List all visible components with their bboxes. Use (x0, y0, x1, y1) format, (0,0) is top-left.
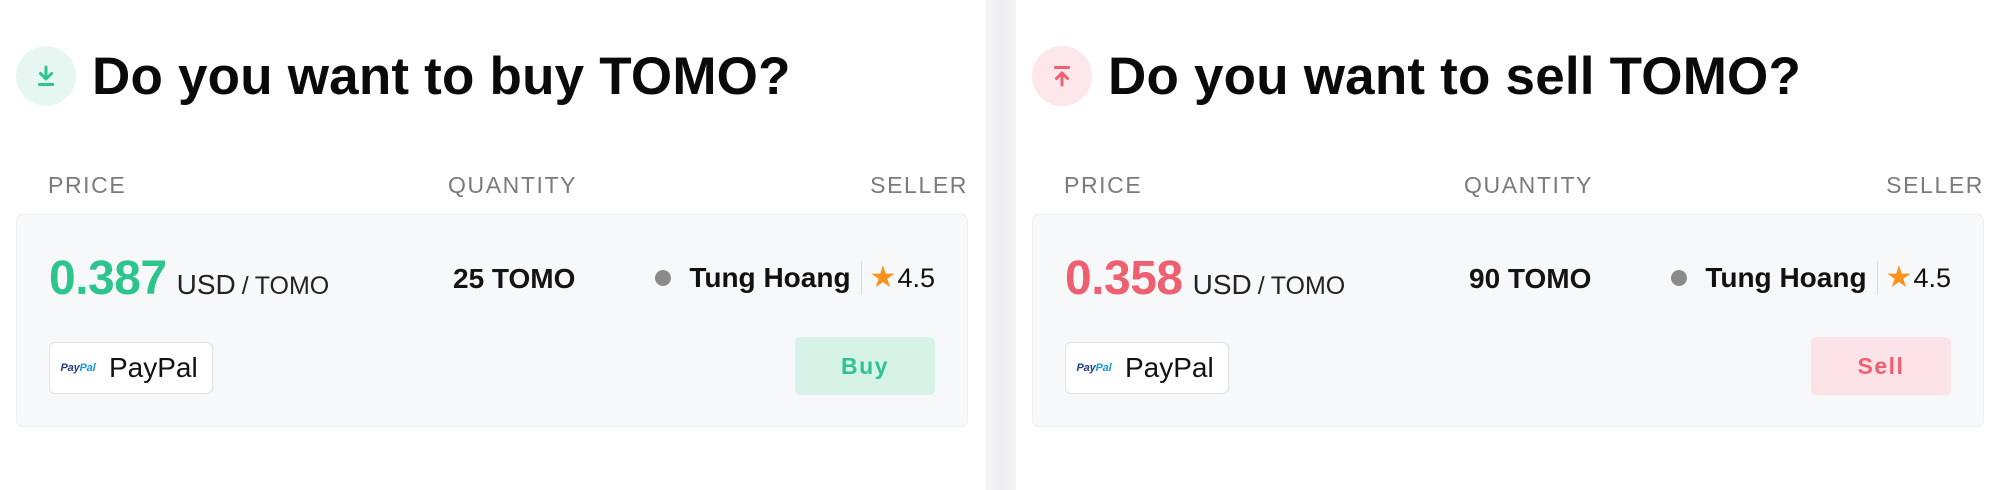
price: 0.387 USD / TOMO (49, 251, 329, 306)
payment-method-label: PayPal (109, 352, 198, 383)
price-coin: TOMO (1270, 272, 1346, 300)
price-separator: / (241, 272, 249, 300)
buy-header: Do you want to buy TOMO? (16, 46, 791, 106)
offer-card: 0.358 USD / TOMO 90 TOMO Tung Hoang ★ 4.… (1032, 214, 1984, 427)
star-icon: ★ (869, 261, 897, 294)
panel-divider (984, 0, 1016, 490)
payment-method-badge: PayPal PayPal (49, 342, 213, 394)
column-header-seller: SELLER (870, 172, 968, 198)
seller-rating: 4.5 (1913, 262, 1951, 293)
seller-separator (1876, 261, 1878, 295)
price-currency: USD (176, 269, 236, 300)
quantity-value: 90 TOMO (1469, 263, 1592, 294)
paypal-logo-icon: PayPal (1076, 362, 1112, 374)
status-dot-icon (1671, 270, 1688, 286)
price: 0.358 USD / TOMO (1065, 251, 1345, 306)
upload-icon (1032, 46, 1092, 106)
paypal-logo-icon: PayPal (60, 362, 96, 374)
seller-separator (860, 261, 862, 295)
column-header-price: PRICE (1064, 172, 1143, 198)
price-currency: USD (1192, 269, 1252, 300)
star-icon: ★ (1885, 261, 1913, 294)
column-header-quantity: QUANTITY (1464, 172, 1594, 198)
price-coin: TOMO (254, 272, 330, 300)
quantity-value: 25 TOMO (453, 263, 576, 294)
column-header-price: PRICE (48, 172, 127, 198)
sell-button[interactable]: Sell (1811, 337, 1951, 395)
price-value: 0.358 (1065, 252, 1183, 305)
download-icon (16, 46, 76, 106)
sell-panel: Do you want to sell TOMO? PRICE QUANTITY… (1016, 0, 1996, 490)
status-dot-icon (655, 270, 672, 286)
column-header-seller: SELLER (1886, 172, 1984, 198)
page-title: Do you want to buy TOMO? (92, 46, 791, 106)
page-title: Do you want to sell TOMO? (1108, 46, 1802, 106)
seller-info[interactable]: Tung Hoang ★ 4.5 (655, 260, 935, 296)
seller-name[interactable]: Tung Hoang (1705, 262, 1866, 294)
buy-panel: Do you want to buy TOMO? PRICE QUANTITY … (0, 0, 985, 490)
seller-rating: 4.5 (897, 262, 935, 293)
column-header-quantity: QUANTITY (448, 172, 578, 198)
seller-name[interactable]: Tung Hoang (689, 262, 850, 294)
sell-header: Do you want to sell TOMO? (1032, 46, 1801, 106)
price-value: 0.387 (49, 252, 167, 305)
payment-method-badge: PayPal PayPal (1065, 342, 1229, 394)
payment-method-label: PayPal (1125, 352, 1214, 383)
price-separator: / (1257, 272, 1265, 300)
buy-button[interactable]: Buy (795, 337, 935, 395)
offer-card: 0.387 USD / TOMO 25 TOMO Tung Hoang ★ 4.… (16, 214, 968, 427)
seller-info[interactable]: Tung Hoang ★ 4.5 (1671, 260, 1951, 296)
